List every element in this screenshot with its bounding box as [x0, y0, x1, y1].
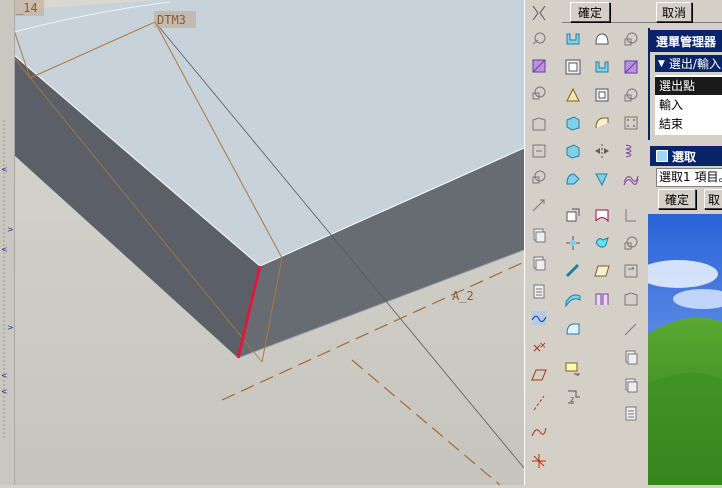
round-icon[interactable] [620, 84, 642, 106]
paste-special-icon[interactable] [528, 252, 550, 274]
triangle-down-icon: ▼ [658, 58, 665, 69]
svg-text:<: < [1, 245, 8, 254]
warp-icon[interactable] [562, 288, 584, 310]
datum-axis-small-icon[interactable] [528, 392, 550, 414]
coord-sys-small-icon[interactable] [528, 450, 550, 472]
datum-point-sketch-icon[interactable]: × × [528, 336, 550, 358]
chamfer-icon[interactable] [562, 112, 584, 134]
split-icon[interactable] [591, 288, 613, 310]
clipboard-icon[interactable] [528, 280, 550, 302]
submenu-header[interactable]: ▼ 選出/輸入 [655, 55, 722, 72]
spring-icon[interactable] [620, 140, 642, 162]
svg-text:>: > [7, 225, 14, 234]
axis-label-a2: A_2 [452, 289, 474, 303]
solidify-icon[interactable] [562, 260, 584, 282]
left-rail-markers: < > < > < < [1, 120, 14, 440]
datum-point-icon[interactable] [528, 82, 550, 104]
sweep-icon[interactable] [620, 28, 642, 50]
note-icon[interactable] [562, 358, 584, 380]
model-viewport[interactable]: _14 DTM3 A_2 [0, 0, 524, 485]
extend-icon[interactable] [591, 232, 613, 254]
cut-icon[interactable] [562, 168, 584, 190]
copy-paste-icon[interactable] [620, 374, 642, 396]
analysis-icon[interactable] [528, 140, 550, 162]
datum-curve-small-icon[interactable] [528, 420, 550, 442]
thicken-icon[interactable] [620, 232, 642, 254]
submenu-title: 選出/輸入 [668, 57, 721, 71]
desktop-wallpaper [648, 214, 722, 485]
select-cancel-button[interactable]: 取 [704, 189, 722, 209]
svg-text:<: < [1, 165, 8, 174]
trim-icon[interactable] [620, 204, 642, 226]
datum-axis-icon[interactable] [528, 28, 550, 50]
menu-manager-title: 選單管理器 [650, 30, 722, 52]
surface-icon[interactable] [620, 168, 642, 190]
draft-icon[interactable] [591, 84, 613, 106]
layer-icon[interactable] [620, 346, 642, 368]
toolbar-datum: × × [524, 0, 553, 485]
boundary-blend-icon[interactable] [562, 318, 584, 340]
dimension-icon[interactable]: z [562, 386, 584, 408]
select-panel-title: 選取 [672, 149, 697, 164]
menu-item-input[interactable]: 輸入 [655, 96, 722, 114]
datum-label-dtm3: DTM3 [157, 13, 186, 27]
curve-wave-icon[interactable] [528, 307, 550, 329]
trajectory-icon[interactable] [591, 168, 613, 190]
offset-icon[interactable] [562, 204, 584, 226]
svg-text:×: × [539, 341, 547, 351]
intersect-icon[interactable] [562, 232, 584, 254]
left-rail: < > < > < < [0, 0, 15, 485]
datum-label-left: _14 [16, 1, 38, 15]
cosmetic-icon[interactable] [591, 112, 613, 134]
hole-icon[interactable] [591, 56, 613, 78]
extrude-icon[interactable] [562, 28, 584, 50]
select-cube-icon [656, 150, 668, 162]
select-ok-button[interactable]: 確定 [658, 189, 696, 209]
datum-plane-icon[interactable] [528, 2, 550, 24]
blend-icon[interactable] [562, 56, 584, 78]
toolbar-features: z [558, 24, 646, 485]
rib-icon[interactable] [562, 84, 584, 106]
model-canvas[interactable]: _14 DTM3 A_2 [0, 0, 524, 485]
coord-sys-icon[interactable] [528, 113, 550, 135]
replace-icon[interactable] [591, 260, 613, 282]
select-status: 選取1 項目。 [656, 168, 722, 187]
top-cancel-button[interactable]: 取消 [656, 2, 692, 22]
draw-icon[interactable] [620, 318, 642, 340]
transform-icon[interactable] [620, 260, 642, 282]
copy-icon[interactable] [528, 195, 550, 217]
pattern-icon[interactable] [620, 112, 642, 134]
datum-plane-small-icon[interactable] [528, 364, 550, 386]
table-icon[interactable] [620, 402, 642, 424]
merge-icon[interactable] [591, 204, 613, 226]
mirror-icon[interactable] [591, 140, 613, 162]
revolve-icon[interactable] [591, 28, 613, 50]
sketch-icon[interactable] [528, 166, 550, 188]
wallpaper-image [648, 214, 722, 485]
menu-item-done[interactable]: 結束 [655, 115, 722, 133]
shell-icon[interactable] [620, 56, 642, 78]
svg-text:<: < [1, 371, 8, 380]
svg-text:z: z [570, 395, 574, 404]
select-panel-title-bar: 選取 [650, 146, 722, 166]
menu-item-pick-point[interactable]: 選出點 [655, 77, 722, 95]
protrusion-icon[interactable] [562, 140, 584, 162]
svg-text:<: < [1, 387, 8, 396]
paste-icon[interactable] [528, 224, 550, 246]
move-icon[interactable] [620, 288, 642, 310]
top-ok-button[interactable]: 確定 [570, 2, 610, 22]
datum-curve-icon[interactable] [528, 55, 550, 77]
svg-text:>: > [7, 323, 14, 332]
